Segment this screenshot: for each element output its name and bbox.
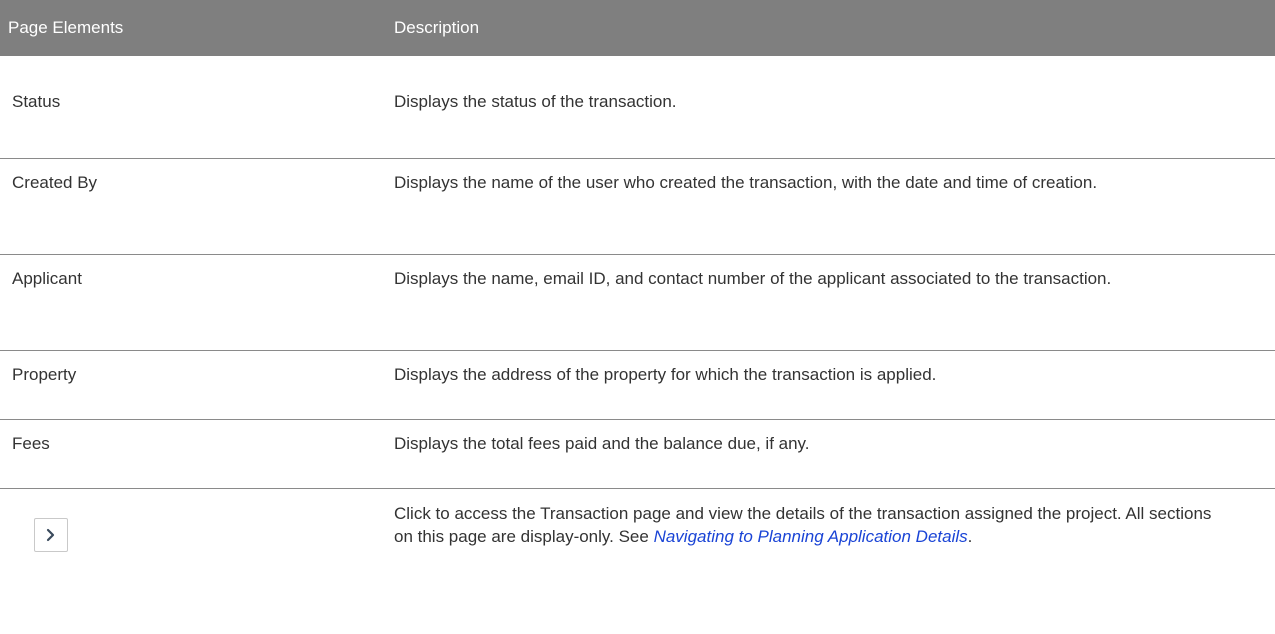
page-elements-table: Page Elements Description Status Display…	[0, 0, 1275, 609]
element-description: Displays the address of the property for…	[394, 365, 937, 384]
table-row: Status Displays the status of the transa…	[0, 90, 1275, 159]
table-row: Applicant Displays the name, email ID, a…	[0, 255, 1275, 351]
table-spacer	[0, 56, 1275, 90]
element-description: Displays the name, email ID, and contact…	[394, 269, 1112, 288]
element-name: Applicant	[12, 269, 82, 288]
header-page-elements: Page Elements	[8, 18, 124, 37]
chevron-right-button[interactable]	[34, 518, 68, 552]
element-name: Created By	[12, 173, 98, 192]
table-row: Click to access the Transaction page and…	[0, 489, 1275, 609]
element-icon-cell	[0, 502, 394, 609]
element-name: Fees	[12, 434, 50, 453]
description-period: .	[967, 527, 973, 546]
header-description: Description	[394, 18, 480, 37]
element-description: Click to access the Transaction page and…	[394, 502, 1234, 609]
element-name: Status	[12, 92, 61, 111]
element-description: Displays the name of the user who create…	[394, 173, 1098, 192]
table-row: Created By Displays the name of the user…	[0, 159, 1275, 255]
navigating-link[interactable]: Navigating to Planning Application Detai…	[654, 527, 968, 546]
table-row: Property Displays the address of the pro…	[0, 351, 1275, 420]
chevron-right-icon	[46, 528, 55, 542]
element-description: Displays the status of the transaction.	[394, 92, 677, 111]
table-header: Page Elements Description	[0, 0, 1275, 56]
element-name: Property	[12, 365, 77, 384]
element-description: Displays the total fees paid and the bal…	[394, 434, 810, 453]
table-row: Fees Displays the total fees paid and th…	[0, 420, 1275, 489]
